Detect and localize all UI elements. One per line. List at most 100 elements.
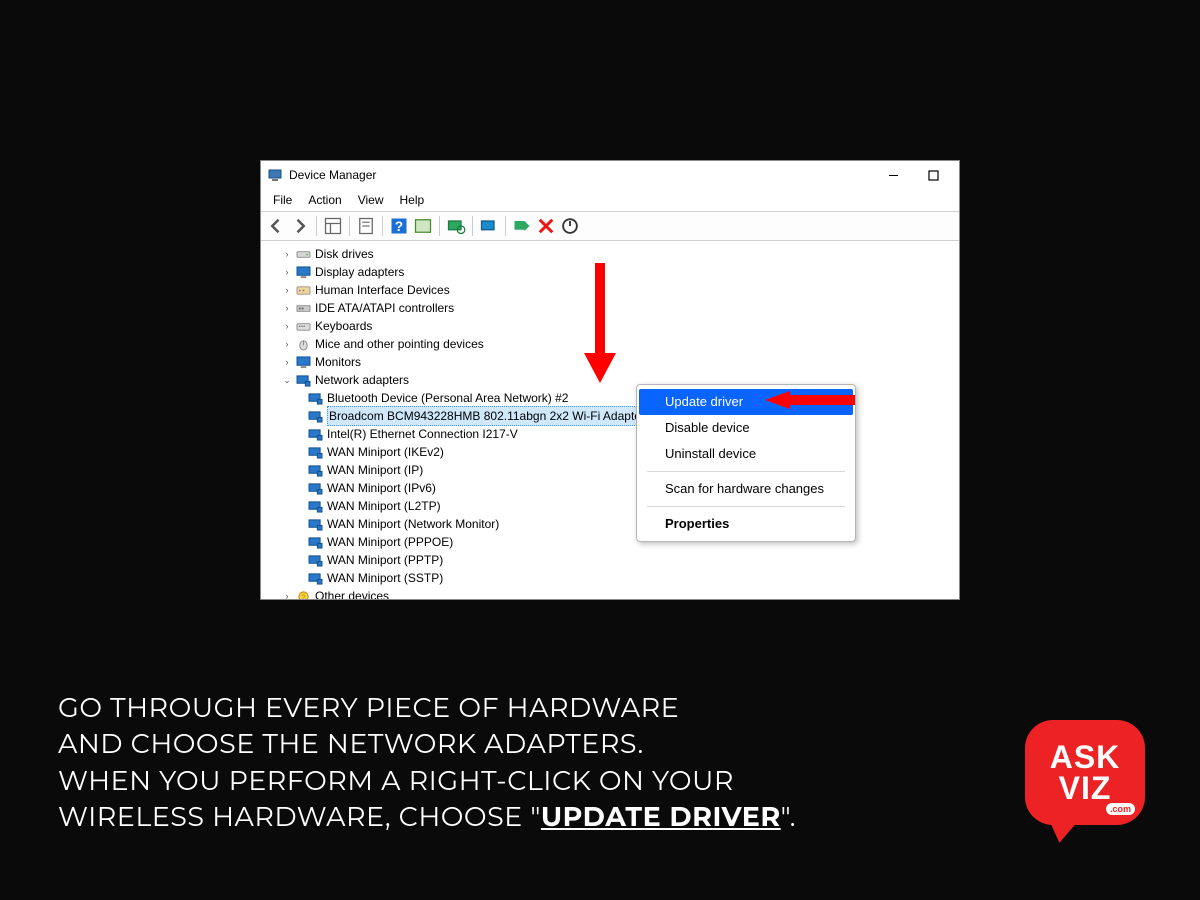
network-adapter-icon: [307, 535, 323, 549]
forward-button[interactable]: [289, 215, 311, 237]
network-adapter-icon: [307, 553, 323, 567]
ctx-properties[interactable]: Properties: [639, 511, 853, 537]
expand-icon[interactable]: [281, 587, 293, 599]
ctx-separator: [647, 506, 845, 507]
logo-text-com: .com: [1106, 803, 1135, 815]
tree-label: Keyboards: [315, 317, 372, 335]
tree-label: WAN Miniport (PPTP): [327, 551, 443, 569]
caption-line: WIRELESS HARDWARE, CHOOSE ": [58, 800, 541, 833]
show-hide-tree-button[interactable]: [322, 215, 344, 237]
tree-label: IDE ATA/ATAPI controllers: [315, 299, 454, 317]
expand-icon[interactable]: [281, 353, 293, 371]
tree-node-disk-drives[interactable]: Disk drives: [263, 245, 957, 263]
expand-icon[interactable]: [281, 335, 293, 353]
expand-icon[interactable]: [281, 281, 293, 299]
tree-label: Broadcom BCM943228HMB 802.11abgn 2x2 Wi-…: [327, 406, 647, 426]
network-adapter-icon: [307, 445, 323, 459]
collapse-icon[interactable]: [281, 371, 293, 389]
network-icon: [295, 373, 311, 387]
caption-line: AND CHOOSE THE NETWORK ADAPTERS.: [58, 727, 644, 760]
tree-node-other-devices[interactable]: ? Other devices: [263, 587, 957, 599]
network-adapter-icon: [307, 463, 323, 477]
tree-node-hid[interactable]: Human Interface Devices: [263, 281, 957, 299]
ctx-scan-hardware[interactable]: Scan for hardware changes: [639, 476, 853, 502]
update-driver-button[interactable]: [478, 215, 500, 237]
tree-node-monitors[interactable]: Monitors: [263, 353, 957, 371]
expand-icon[interactable]: [281, 299, 293, 317]
context-menu: Update driver Disable device Uninstall d…: [636, 384, 856, 542]
tree-label: Mice and other pointing devices: [315, 335, 484, 353]
enable-device-button[interactable]: [511, 215, 533, 237]
caption-emphasis: UPDATE DRIVER: [541, 800, 781, 833]
tree-label: Other devices: [315, 587, 389, 599]
network-adapter-icon: [307, 517, 323, 531]
tree-label: WAN Miniport (PPPOE): [327, 533, 453, 551]
window-title: Device Manager: [289, 168, 376, 182]
mouse-icon: [295, 337, 311, 351]
display-icon: [295, 265, 311, 279]
properties-button[interactable]: [355, 215, 377, 237]
instruction-caption: GO THROUGH EVERY PIECE OF HARDWARE AND C…: [58, 690, 958, 836]
scan-hardware-button[interactable]: [445, 215, 467, 237]
tree-label: WAN Miniport (Network Monitor): [327, 515, 499, 533]
ctx-separator: [647, 471, 845, 472]
tree-label: Monitors: [315, 353, 361, 371]
drive-icon: [295, 247, 311, 261]
menu-file[interactable]: File: [265, 191, 300, 209]
keyboard-icon: [295, 319, 311, 333]
network-adapter-icon: [307, 499, 323, 513]
disable-device-button[interactable]: [559, 215, 581, 237]
tree-item-wan-sstp[interactable]: WAN Miniport (SSTP): [263, 569, 957, 587]
tree-label: Human Interface Devices: [315, 281, 450, 299]
hid-icon: [295, 283, 311, 297]
caption-line: ".: [781, 800, 796, 833]
title-bar[interactable]: Device Manager: [261, 161, 959, 189]
logo-bubble-icon: ASK VIZ .com: [1025, 720, 1145, 825]
expand-icon[interactable]: [281, 317, 293, 335]
maximize-button[interactable]: [913, 164, 953, 186]
askviz-logo: ASK VIZ .com: [1025, 720, 1145, 840]
tree-label: WAN Miniport (SSTP): [327, 569, 443, 587]
tree-label: WAN Miniport (IKEv2): [327, 443, 444, 461]
tree-node-display-adapters[interactable]: Display adapters: [263, 263, 957, 281]
other-icon: ?: [295, 589, 311, 599]
ctx-uninstall-device[interactable]: Uninstall device: [639, 441, 853, 467]
tree-label: WAN Miniport (IP): [327, 461, 423, 479]
logo-text-1: ASK: [1050, 742, 1121, 772]
back-button[interactable]: [265, 215, 287, 237]
network-adapter-icon: [307, 481, 323, 495]
tree-label: Network adapters: [315, 371, 409, 389]
tree-node-keyboards[interactable]: Keyboards: [263, 317, 957, 335]
action-button[interactable]: [412, 215, 434, 237]
menu-view[interactable]: View: [350, 191, 392, 209]
menu-bar: File Action View Help: [261, 189, 959, 211]
ctx-update-driver[interactable]: Update driver: [639, 389, 853, 415]
tree-label: Disk drives: [315, 245, 374, 263]
help-button[interactable]: ?: [388, 215, 410, 237]
app-icon: [267, 167, 283, 183]
minimize-button[interactable]: [873, 164, 913, 186]
tree-node-ide[interactable]: IDE ATA/ATAPI controllers: [263, 299, 957, 317]
toolbar: ?: [261, 211, 959, 241]
tree-label: Display adapters: [315, 263, 404, 281]
tree-label: Intel(R) Ethernet Connection I217-V: [327, 425, 518, 443]
ctx-disable-device[interactable]: Disable device: [639, 415, 853, 441]
caption-line: WHEN YOU PERFORM A RIGHT-CLICK ON YOUR: [58, 764, 734, 797]
network-adapter-icon: [307, 571, 323, 585]
logo-text-2: VIZ: [1059, 773, 1112, 803]
expand-icon[interactable]: [281, 245, 293, 263]
ide-icon: [295, 301, 311, 315]
monitor-icon: [295, 355, 311, 369]
uninstall-device-button[interactable]: [535, 215, 557, 237]
network-adapter-icon: [307, 391, 323, 405]
svg-text:?: ?: [395, 219, 403, 234]
network-adapter-icon: [307, 409, 323, 423]
menu-action[interactable]: Action: [300, 191, 349, 209]
tree-node-mice[interactable]: Mice and other pointing devices: [263, 335, 957, 353]
tree-label: WAN Miniport (L2TP): [327, 497, 441, 515]
caption-line: GO THROUGH EVERY PIECE OF HARDWARE: [58, 691, 679, 724]
menu-help[interactable]: Help: [392, 191, 433, 209]
tree-item-wan-pptp[interactable]: WAN Miniport (PPTP): [263, 551, 957, 569]
tree-label: Bluetooth Device (Personal Area Network)…: [327, 389, 568, 407]
expand-icon[interactable]: [281, 263, 293, 281]
